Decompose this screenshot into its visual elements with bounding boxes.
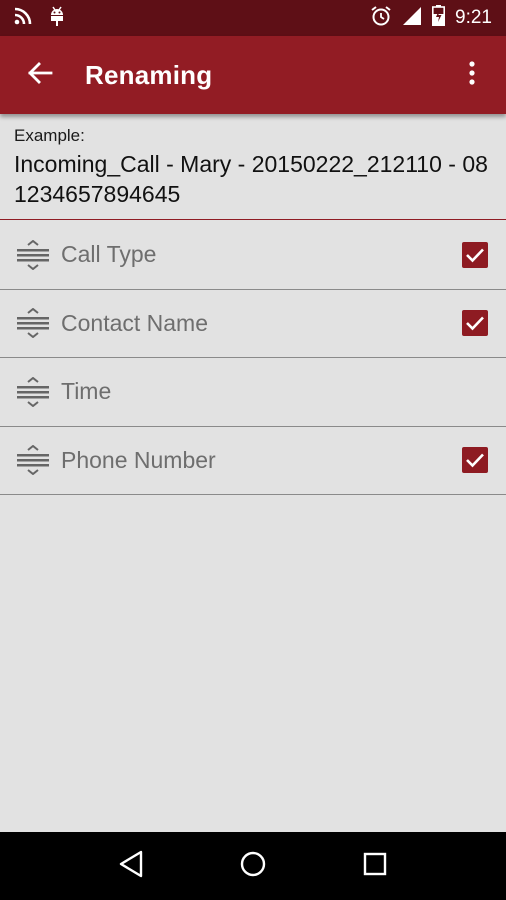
example-section: Example: Incoming_Call - Mary - 20150222… [0, 114, 506, 220]
field-label: Call Type [61, 241, 157, 268]
checkbox-unchecked[interactable] [462, 379, 488, 405]
status-right-icons: 9:21 [370, 5, 506, 32]
nav-home-button[interactable] [223, 836, 283, 896]
recents-square-icon [363, 852, 387, 881]
nav-recents-button[interactable] [345, 836, 405, 896]
arrow-back-icon [27, 61, 53, 90]
home-circle-icon [239, 850, 267, 883]
checkbox-checked[interactable] [462, 241, 488, 268]
nav-back-button[interactable] [101, 836, 161, 896]
drag-handle-icon[interactable] [15, 374, 51, 410]
page-title: Renaming [85, 59, 213, 90]
example-label: Example: [14, 126, 85, 145]
status-left-icons [0, 6, 66, 31]
checkbox-checked[interactable] [462, 447, 488, 474]
field-list: Call Type Contact Name Time Phone Number [0, 221, 506, 495]
battery-charging-icon [432, 5, 446, 31]
drag-handle-icon[interactable] [15, 237, 51, 273]
status-time: 9:21 [455, 7, 492, 28]
field-row-phone-number[interactable]: Phone Number [0, 427, 506, 495]
drag-handle-icon[interactable] [15, 305, 51, 341]
field-label: Contact Name [61, 309, 209, 336]
app-bar: Renaming [0, 36, 506, 114]
signal-icon [402, 6, 422, 31]
checkbox-checked[interactable] [462, 310, 488, 337]
field-row-call-type[interactable]: Call Type [0, 221, 506, 290]
back-triangle-icon [118, 850, 144, 883]
rss-icon [14, 7, 32, 30]
status-bar: 9:21 [0, 0, 506, 36]
android-debug-icon [48, 6, 66, 31]
field-row-contact-name[interactable]: Contact Name [0, 290, 506, 358]
drag-handle-icon[interactable] [15, 442, 51, 478]
example-filename: Incoming_Call - Mary - 20150222_212110 -… [14, 151, 488, 207]
more-options-button[interactable] [454, 50, 490, 100]
alarm-icon [370, 5, 392, 32]
field-label: Time [61, 378, 112, 405]
more-vert-icon [469, 60, 475, 90]
back-button[interactable] [15, 50, 65, 100]
field-label: Phone Number [61, 446, 216, 473]
navigation-bar [0, 832, 506, 900]
field-row-time[interactable]: Time [0, 358, 506, 427]
